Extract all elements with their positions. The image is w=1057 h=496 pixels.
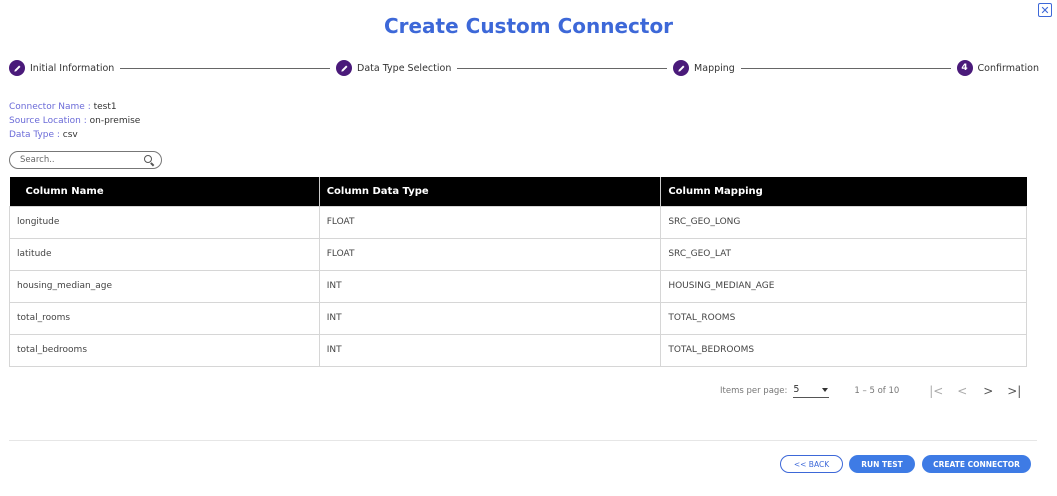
header-column-mapping[interactable]: Column Mapping: [660, 177, 1027, 206]
data-type-value: csv: [62, 130, 78, 140]
connector-summary: Connector Name : test1 Source Location :…: [9, 100, 140, 142]
pencil-icon: [336, 60, 353, 76]
step-confirmation[interactable]: 4 Confirmation: [956, 60, 1039, 76]
source-location-label: Source Location :: [9, 116, 87, 126]
cell-column-name: housing_median_age: [9, 269, 320, 303]
source-location-value: on-premise: [89, 116, 141, 126]
create-connector-button[interactable]: CREATE CONNECTOR: [922, 455, 1031, 473]
chevron-down-icon: [822, 387, 829, 392]
items-per-page-value: 5: [793, 384, 800, 395]
cell-column-data-type: FLOAT: [318, 237, 662, 271]
page-range-label: 1 – 5 of 10: [854, 386, 900, 396]
step-number-badge: 4: [956, 60, 973, 76]
step-initial-information[interactable]: Initial Information: [9, 60, 114, 76]
cell-column-name: total_bedrooms: [9, 333, 320, 367]
cell-column-mapping: HOUSING_MEDIAN_AGE: [660, 269, 1027, 303]
pencil-icon: [9, 60, 25, 76]
step-label: Confirmation: [977, 62, 1039, 74]
search-input[interactable]: [20, 155, 140, 165]
last-page-button[interactable]: >|: [1001, 384, 1027, 398]
table-row: total_rooms INT TOTAL_ROOMS: [9, 301, 1027, 335]
connector-name-label: Connector Name :: [9, 102, 91, 112]
run-test-button[interactable]: RUN TEST: [849, 455, 915, 473]
cell-column-mapping: TOTAL_ROOMS: [660, 301, 1027, 335]
cell-column-mapping: SRC_GEO_LONG: [660, 205, 1027, 239]
cell-column-mapping: SRC_GEO_LAT: [660, 237, 1027, 271]
search-box: [9, 151, 162, 169]
step-connector-line: [457, 67, 668, 69]
next-page-button[interactable]: >: [975, 384, 1001, 398]
paginator: Items per page: 5 1 – 5 of 10 |< < > >|: [720, 383, 1027, 399]
dialog-title: Create Custom Connector: [383, 14, 674, 38]
header-column-name[interactable]: Column Name: [9, 177, 320, 206]
cell-column-data-type: INT: [318, 301, 662, 335]
previous-page-button[interactable]: <: [949, 384, 975, 398]
header-column-data-type[interactable]: Column Data Type: [319, 177, 662, 206]
back-button[interactable]: << BACK: [780, 455, 843, 473]
first-page-button[interactable]: |<: [923, 384, 949, 398]
cell-column-data-type: INT: [318, 269, 662, 303]
table-row: total_bedrooms INT TOTAL_BEDROOMS: [9, 333, 1027, 367]
data-type-label: Data Type :: [9, 130, 60, 140]
connector-name-row: Connector Name : test1: [9, 100, 140, 114]
close-icon[interactable]: ✕: [1038, 3, 1052, 17]
table-row: latitude FLOAT SRC_GEO_LAT: [9, 237, 1027, 271]
table-row: housing_median_age INT HOUSING_MEDIAN_AG…: [9, 269, 1027, 303]
column-mapping-table: Column Name Column Data Type Column Mapp…: [9, 177, 1027, 367]
cell-column-data-type: FLOAT: [318, 205, 662, 239]
items-per-page-label: Items per page:: [720, 386, 788, 396]
table-header-row: Column Name Column Data Type Column Mapp…: [9, 177, 1027, 206]
pencil-icon: [673, 60, 690, 76]
connector-name-value: test1: [93, 102, 117, 112]
cell-column-name: latitude: [9, 237, 320, 271]
source-location-row: Source Location : on-premise: [9, 114, 140, 128]
create-connector-dialog: Create Custom Connector ✕ Initial Inform…: [0, 0, 1057, 496]
table-row: longitude FLOAT SRC_GEO_LONG: [9, 205, 1027, 239]
step-label: Data Type Selection: [357, 62, 452, 74]
step-data-type-selection[interactable]: Data Type Selection: [336, 60, 451, 76]
step-label: Initial Information: [30, 62, 115, 74]
stepper: Initial Information Data Type Selection …: [9, 59, 1039, 77]
footer-divider: [9, 440, 1037, 441]
step-connector-line: [120, 67, 331, 69]
cell-column-name: total_rooms: [9, 301, 320, 335]
step-connector-line: [740, 67, 951, 69]
cell-column-data-type: INT: [318, 333, 662, 367]
search-icon[interactable]: [143, 154, 155, 166]
cell-column-name: longitude: [9, 205, 320, 239]
items-per-page-select[interactable]: 5: [793, 384, 830, 398]
step-label: Mapping: [694, 62, 735, 74]
step-mapping[interactable]: Mapping: [673, 60, 735, 76]
data-type-row: Data Type : csv: [9, 128, 140, 142]
cell-column-mapping: TOTAL_BEDROOMS: [660, 333, 1027, 367]
